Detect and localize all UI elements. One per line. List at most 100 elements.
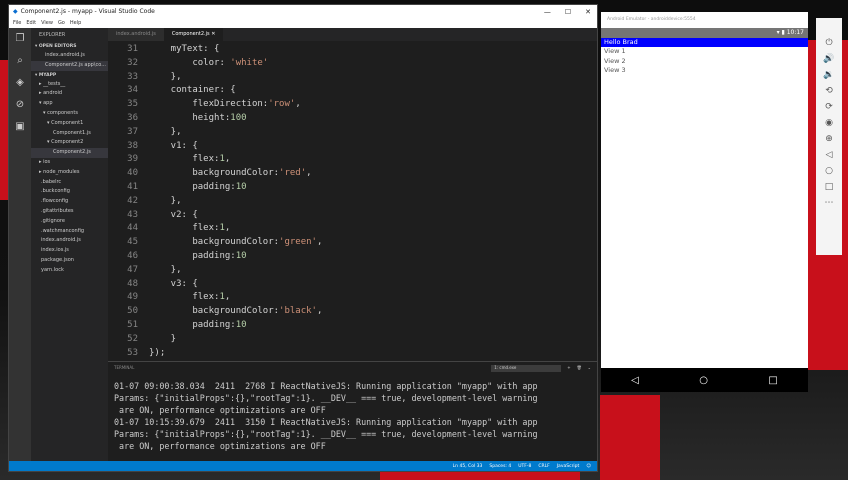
code-text: height:100 <box>149 112 247 123</box>
line-number: 48 <box>127 278 138 289</box>
status-encoding[interactable]: UTF-8 <box>518 464 531 469</box>
menu-view[interactable]: View <box>41 20 53 26</box>
code-editor[interactable]: 31 myText: {32 color: 'white' 33 }, 34 con… <box>108 43 597 360</box>
code-line: 39 flex:1, <box>108 153 597 167</box>
trash-icon[interactable]: 🗑 <box>577 365 582 371</box>
overview-icon[interactable]: □ <box>825 182 834 192</box>
code-line: 49 flex:1, <box>108 291 597 305</box>
maximize-button[interactable]: ☐ <box>565 8 571 16</box>
status-position[interactable]: Ln 45, Col 33 <box>453 464 483 469</box>
tree-item[interactable]: package.json <box>31 256 108 266</box>
line-number: 53 <box>127 347 138 358</box>
project-header[interactable]: ▾ MYAPP <box>31 71 108 80</box>
debug-icon[interactable]: ⊘ <box>9 94 31 116</box>
menu-edit[interactable]: Edit <box>26 20 36 26</box>
terminal-output[interactable]: 01-07 09:00:38.034 2411 2768 I ReactNati… <box>108 374 597 452</box>
open-editor-item[interactable]: index.android.js <box>31 51 108 61</box>
android-emulator: Android Emulator - androiddevice:5554 ▾ … <box>601 12 808 392</box>
smiley-icon[interactable]: ☺ <box>586 464 591 469</box>
tree-item[interactable]: index.ios.js <box>31 246 108 256</box>
tree-item[interactable]: ▸ android <box>31 89 108 99</box>
code-line: 50 backgroundColor:'black', <box>108 305 597 319</box>
zoom-icon[interactable]: ⊕ <box>825 134 833 144</box>
code-line: 52 } <box>108 333 597 347</box>
line-number: 33 <box>127 71 138 82</box>
tree-item[interactable]: .flowconfig <box>31 197 108 207</box>
terminal-panel: TERMINAL 1: cmd.exe + 🗑 ⌄ 01-07 09:00:38.034… <box>108 361 597 461</box>
rotate-right-icon[interactable]: ⟳ <box>825 102 833 112</box>
rotate-left-icon[interactable]: ⟲ <box>825 86 833 96</box>
menu-bar: File Edit View Go Help <box>9 18 597 28</box>
tree-item[interactable]: .watchmanconfig <box>31 227 108 237</box>
tree-item[interactable]: ▸ __tests__ <box>31 80 108 90</box>
extensions-icon[interactable]: ▣ <box>9 116 31 138</box>
emulator-toolbar: ⏻ 🔊 🔉 ⟲ ⟳ ◉ ⊕ ◁ ○ □ ⋯ <box>816 18 842 255</box>
code-text: v3: { <box>149 278 198 289</box>
line-number: 47 <box>127 264 138 275</box>
tree-item[interactable]: .buckconfig <box>31 187 108 197</box>
line-number: 32 <box>127 57 138 68</box>
menu-go[interactable]: Go <box>58 20 65 26</box>
code-text: padding:10 <box>149 181 247 192</box>
tab-component2[interactable]: Component2.js ✕ <box>163 28 224 41</box>
camera-icon[interactable]: ◉ <box>825 118 833 128</box>
tree-item[interactable]: index.android.js <box>31 236 108 246</box>
explorer-icon[interactable]: ❐ <box>9 28 31 50</box>
code-text: backgroundColor:'red', <box>149 168 312 179</box>
tree-item[interactable]: .babelrc <box>31 178 108 188</box>
back-icon[interactable]: ◁ <box>826 150 833 160</box>
code-line: 38 v1: { <box>108 140 597 154</box>
tree-item[interactable]: ▸ node_modules <box>31 168 108 178</box>
code-text: padding:10 <box>149 250 247 261</box>
status-indent[interactable]: Spaces: 4 <box>489 464 511 469</box>
code-text: v2: { <box>149 209 198 220</box>
minimize-button[interactable]: — <box>544 8 551 16</box>
volume-down-icon[interactable]: 🔉 <box>823 70 834 80</box>
code-text: myText: { <box>149 44 220 54</box>
tree-item[interactable]: yarn.lock <box>31 266 108 276</box>
close-button[interactable]: ✕ <box>585 8 591 16</box>
tree-item[interactable]: Component1.js <box>31 129 108 139</box>
tree-item[interactable]: .gitattributes <box>31 207 108 217</box>
open-editors-label: OPEN EDITORS <box>38 44 77 49</box>
tree-item[interactable]: ▾ Component1 <box>31 119 108 129</box>
chevron-down-icon[interactable]: ⌄ <box>588 365 591 371</box>
terminal-select[interactable]: 1: cmd.exe <box>491 365 562 372</box>
tab-index-android[interactable]: index.android.js <box>108 28 164 41</box>
view-item: View 3 <box>604 66 626 74</box>
home-icon[interactable]: ○ <box>825 166 833 176</box>
git-icon[interactable]: ◈ <box>9 72 31 94</box>
add-terminal-icon[interactable]: + <box>567 365 570 371</box>
tree-item[interactable]: .gitignore <box>31 217 108 227</box>
home-icon[interactable]: ○ <box>699 375 708 386</box>
recents-icon[interactable]: □ <box>768 375 777 386</box>
editor-area: index.android.js Component2.js ✕ 31 myTe… <box>108 28 597 461</box>
menu-file[interactable]: File <box>13 20 21 26</box>
bg-red <box>380 472 580 480</box>
open-editors-header[interactable]: ▾ OPEN EDITORS <box>31 42 108 51</box>
more-icon[interactable]: ⋯ <box>825 198 834 208</box>
tree-item[interactable]: ▾ Component2 <box>31 138 108 148</box>
hello-text: Hello Brad <box>601 38 808 47</box>
line-number: 46 <box>127 250 138 261</box>
menu-help[interactable]: Help <box>70 20 81 26</box>
code-text: v1: { <box>149 140 198 151</box>
volume-up-icon[interactable]: 🔊 <box>823 54 834 64</box>
power-icon[interactable]: ⏻ <box>825 38 832 48</box>
tree-item[interactable]: ▸ ios <box>31 158 108 168</box>
code-line: 48 v3: { <box>108 278 597 292</box>
status-eol[interactable]: CRLF <box>538 464 549 469</box>
back-icon[interactable]: ◁ <box>631 375 639 386</box>
open-editor-item[interactable]: Component2.js app\co... <box>31 60 108 71</box>
code-line: 35 flexDirection:'row', <box>108 98 597 112</box>
code-text: }); <box>149 347 166 358</box>
code-text: flex:1, <box>149 292 231 303</box>
status-language[interactable]: JavaScript <box>557 464 580 469</box>
line-number: 42 <box>127 195 138 206</box>
line-number: 52 <box>127 333 138 344</box>
tree-item[interactable]: ▾ components <box>31 109 108 119</box>
tree-item[interactable]: Component2.js <box>31 148 108 158</box>
code-line: 34 container: { <box>108 84 597 98</box>
search-icon[interactable]: ⌕ <box>9 50 31 72</box>
tree-item[interactable]: ▾ app <box>31 99 108 109</box>
